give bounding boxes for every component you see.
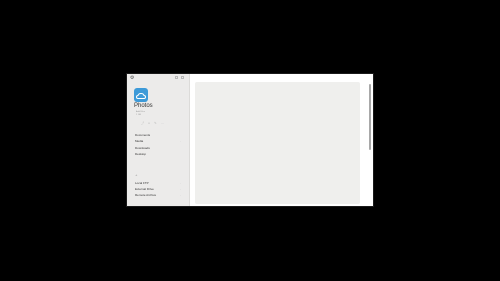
- add-location-icon[interactable]: +: [135, 174, 138, 177]
- photos-app-icon: [134, 88, 148, 102]
- sidebar-item-label: External Drive: [135, 187, 154, 191]
- sidebar-item-label: Remote Archive: [135, 193, 157, 197]
- content-area[interactable]: [195, 82, 360, 204]
- sidebar-item-label: Desktop: [135, 152, 147, 156]
- sidebar-item-documents[interactable]: Documents: [135, 134, 150, 137]
- sidebar: ⚙ Photos Add Files 1 GB ⤴ ▫ ✎ ⋯ Document…: [127, 74, 190, 206]
- sidebar-item-local-ftp[interactable]: Local FTP ·: [135, 182, 181, 185]
- more-icon[interactable]: ⋯: [161, 122, 164, 125]
- sidebar-item-external-drive[interactable]: External Drive ·: [135, 188, 181, 191]
- sidebar-item-downloads[interactable]: Downloads: [135, 147, 150, 150]
- sidebar-item-label: Downloads: [135, 146, 150, 150]
- sidebar-item-label: Documents: [135, 133, 151, 137]
- disclosure-icon: ·: [180, 181, 181, 185]
- settings-gear-icon[interactable]: ⚙: [130, 76, 134, 81]
- minimize-button[interactable]: [175, 76, 178, 79]
- sidebar-item-remote-archive[interactable]: Remote Archive ·: [135, 194, 181, 197]
- app-title: Photos: [134, 103, 153, 109]
- sidebar-toolbar: ⤴ ▫ ✎ ⋯: [141, 122, 164, 125]
- sidebar-item-label: Media: [135, 139, 144, 143]
- edit-icon[interactable]: ✎: [154, 122, 157, 125]
- sidebar-item-label: Local FTP: [135, 181, 149, 185]
- disclosure-icon: ·: [180, 139, 181, 143]
- sidebar-item-media[interactable]: Media ·: [135, 140, 181, 143]
- app-subtitle-line: Add Files: [136, 111, 145, 113]
- vertical-scrollbar[interactable]: [369, 84, 371, 150]
- disclosure-icon: ·: [180, 187, 181, 191]
- trash-icon[interactable]: ▫: [148, 122, 150, 125]
- app-window: ⚙ Photos Add Files 1 GB ⤴ ▫ ✎ ⋯ Document…: [127, 74, 373, 206]
- maximize-button[interactable]: [181, 76, 184, 79]
- app-subtitle-line: 1 GB: [136, 114, 141, 116]
- disclosure-icon: ·: [180, 193, 181, 197]
- sidebar-item-desktop[interactable]: Desktop: [135, 153, 146, 156]
- share-icon[interactable]: ⤴: [141, 122, 144, 125]
- cloud-icon: [135, 92, 147, 99]
